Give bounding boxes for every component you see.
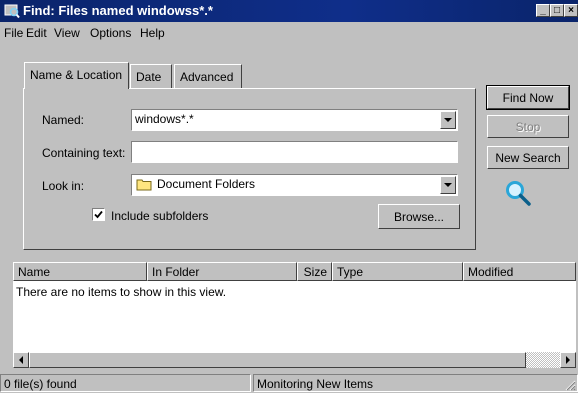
look-in-label: Look in:: [42, 179, 85, 193]
magnifier-icon: [506, 181, 531, 206]
named-value: windows*.*: [135, 112, 194, 126]
scroll-track[interactable]: [526, 352, 560, 368]
find-now-button[interactable]: Find Now: [486, 85, 570, 110]
tab-label: Advanced: [180, 70, 234, 84]
resize-grip-icon[interactable]: [564, 379, 576, 391]
title-bar: Find: Files named windowss*.* _ □ ×: [0, 0, 578, 22]
tab-advanced[interactable]: Advanced: [174, 64, 242, 88]
status-monitoring: Monitoring New Items: [253, 374, 578, 392]
column-label: Type: [337, 265, 364, 279]
scroll-left-button[interactable]: [13, 352, 29, 368]
tab-date[interactable]: Date: [130, 64, 172, 88]
empty-list-message: There are no items to show in this view.: [16, 285, 227, 299]
close-icon: ×: [568, 5, 574, 16]
look-in-value: Document Folders: [157, 177, 256, 191]
minimize-button[interactable]: _: [536, 4, 550, 17]
column-header-name[interactable]: Name: [13, 262, 147, 281]
column-header-size[interactable]: Size: [297, 262, 332, 281]
containing-text-input[interactable]: [131, 141, 458, 163]
named-combobox[interactable]: windows*.*: [131, 109, 458, 131]
new-search-button[interactable]: New Search: [487, 146, 569, 169]
column-label: Size: [303, 265, 327, 279]
look-in-combobox[interactable]: Document Folders: [131, 174, 458, 196]
menu-file[interactable]: File: [4, 26, 23, 40]
tab-label: Date: [136, 70, 162, 84]
results-list[interactable]: There are no items to show in this view.: [13, 281, 576, 352]
minimize-icon: _: [540, 5, 546, 16]
find-app-icon: [4, 4, 20, 19]
menu-edit[interactable]: Edit: [26, 26, 47, 40]
scroll-thumb[interactable]: [29, 352, 526, 368]
browse-label: Browse...: [393, 210, 444, 224]
window-title: Find: Files named windowss*.*: [23, 3, 213, 18]
column-header-type[interactable]: Type: [332, 262, 463, 281]
tab-name-location[interactable]: Name & Location: [24, 62, 129, 89]
menu-options[interactable]: Options: [90, 26, 131, 40]
stop-button[interactable]: Stop: [487, 115, 569, 138]
scroll-right-button[interactable]: [560, 352, 576, 368]
column-header-modified[interactable]: Modified: [463, 262, 576, 281]
maximize-icon: □: [553, 5, 561, 16]
scroll-left-icon: [19, 356, 23, 364]
checkbox-check-icon: [94, 210, 103, 219]
menu-help[interactable]: Help: [140, 26, 165, 40]
containing-text-label: Containing text:: [42, 146, 126, 160]
include-subfolders-label: Include subfolders: [111, 209, 209, 223]
status-file-count: 0 file(s) found: [0, 374, 251, 392]
include-subfolders-checkbox[interactable]: [92, 208, 105, 221]
menu-bar: File Edit View Options Help: [0, 24, 578, 42]
stop-label: Stop: [515, 120, 541, 134]
maximize-button[interactable]: □: [550, 4, 564, 17]
folder-icon: [136, 179, 152, 191]
dropdown-arrow-icon: [444, 183, 452, 187]
dropdown-arrow-icon: [444, 118, 452, 122]
horizontal-scrollbar[interactable]: [13, 352, 576, 368]
new-search-label: New Search: [495, 151, 561, 165]
tab-label: Name & Location: [30, 68, 123, 82]
look-in-dropdown-button[interactable]: [440, 176, 456, 194]
status-monitoring-text: Monitoring New Items: [257, 377, 374, 391]
named-label: Named:: [42, 113, 85, 127]
browse-button[interactable]: Browse...: [378, 204, 460, 229]
close-button[interactable]: ×: [564, 4, 578, 17]
menu-view[interactable]: View: [54, 26, 80, 40]
column-label: In Folder: [152, 265, 200, 279]
named-dropdown-button[interactable]: [440, 111, 456, 129]
scroll-right-icon: [566, 356, 570, 364]
column-label: Modified: [468, 265, 514, 279]
find-now-label: Find Now: [502, 91, 554, 105]
column-label: Name: [18, 265, 51, 279]
column-header-in-folder[interactable]: In Folder: [147, 262, 297, 281]
status-count-text: 0 file(s) found: [4, 377, 77, 391]
